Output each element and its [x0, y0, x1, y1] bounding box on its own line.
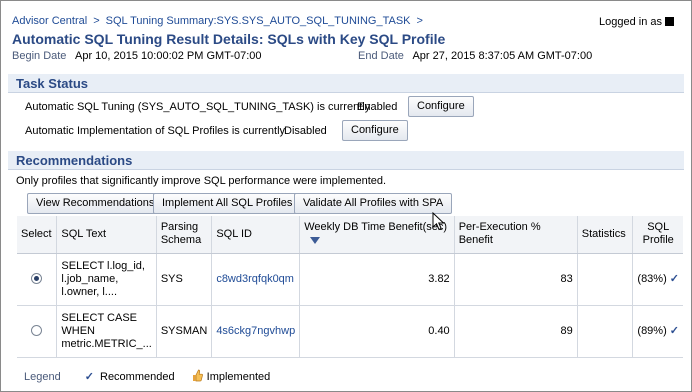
breadcrumb-advisor-central[interactable]: Advisor Central — [12, 15, 87, 27]
select-radio[interactable] — [31, 325, 43, 337]
login-status: Logged in as — [599, 16, 674, 28]
select-cell — [17, 253, 58, 306]
thumbs-up-icon — [192, 369, 203, 382]
implement-all-profiles-button[interactable]: Implement All SQL Profiles — [153, 193, 302, 214]
sql-profile-benefit: (83%) — [637, 272, 667, 285]
breadcrumb: Advisor Central > SQL Tuning Summary:SYS.S… — [12, 15, 429, 27]
breadcrumb-sql-tuning-summary[interactable]: SQL Tuning Summary:SYS.SYS_AUTO_SQL_TUNI… — [106, 15, 411, 27]
mouse-pointer-icon — [432, 212, 445, 231]
sql-text-cell: SELECT CASE WHEN metric.METRIC_... — [56, 305, 157, 358]
begin-date-value: Apr 10, 2015 10:00:02 PM GMT-07:00 — [75, 50, 262, 62]
col-select: Select — [17, 216, 58, 254]
breadcrumb-separator: > — [93, 15, 100, 27]
logged-in-label: Logged in as — [599, 16, 662, 28]
sql-profile-cell: (89%) ✓ — [632, 305, 683, 358]
weekly-benefit-cell: 3.82 — [299, 253, 455, 306]
schema-cell: SYS — [156, 253, 213, 306]
legend-recommended: Recommended — [100, 371, 175, 383]
weekly-benefit-cell: 0.40 — [299, 305, 455, 358]
view-recommendations-button[interactable]: View Recommendations — [27, 193, 164, 214]
select-radio[interactable] — [31, 273, 43, 285]
begin-date-label: Begin Date — [12, 50, 67, 62]
recommendations-table: Select SQL Text Parsing Schema SQL ID We… — [17, 216, 683, 358]
statistics-cell — [577, 253, 634, 306]
validate-all-profiles-button[interactable]: Validate All Profiles with SPA — [294, 193, 453, 214]
sort-descending-icon[interactable] — [310, 236, 321, 244]
end-date: End Date Apr 27, 2015 8:37:05 AM GMT-07:… — [358, 50, 592, 62]
table-row: SELECT CASE WHEN metric.METRIC_... SYSMA… — [17, 305, 683, 358]
recommendations-heading: Recommendations — [8, 151, 684, 170]
sql-profile-benefit: (89%) — [637, 324, 667, 337]
auto-tuning-status-value: Enabled — [357, 101, 398, 113]
legend-implemented: Implemented — [206, 371, 271, 383]
col-weekly-benefit[interactable]: Weekly DB Time Benefit(sec) — [299, 216, 455, 254]
auto-implementation-status-label: Automatic Implementation of SQL Profiles… — [25, 125, 286, 137]
table-row: SELECT l.log_id, l.job_name, l.owner, l.… — [17, 253, 683, 306]
statistics-cell — [577, 305, 634, 358]
col-parsing-schema: Parsing Schema — [156, 216, 213, 254]
date-range: Begin Date Apr 10, 2015 10:00:02 PM GMT-… — [12, 50, 682, 62]
recommended-check-icon: ✓ — [669, 324, 679, 337]
per-exec-benefit-cell: 83 — [454, 253, 578, 306]
recommendations-toolbar: View Recommendations Implement All SQL P… — [22, 192, 684, 216]
redacted-username — [665, 17, 674, 26]
col-per-execution-benefit: Per-Execution % Benefit — [454, 216, 578, 254]
sql-id-link[interactable]: 4s6ckg7ngvhwp — [211, 305, 301, 358]
col-sql-profile: SQL Profile — [632, 216, 683, 254]
col-sql-id: SQL ID — [211, 216, 301, 254]
legend: Legend ✓ Recommended Implemented — [24, 369, 270, 383]
col-weekly-benefit-label: Weekly DB Time Benefit(sec) — [304, 221, 448, 234]
legend-label: Legend — [24, 371, 61, 383]
sql-id-link[interactable]: c8wd3rqfqk0qm — [211, 253, 301, 306]
end-date-value: Apr 27, 2015 8:37:05 AM GMT-07:00 — [412, 50, 593, 62]
configure-auto-tuning-button[interactable]: Configure — [408, 96, 474, 117]
breadcrumb-separator: > — [416, 15, 423, 27]
auto-tuning-status-label: Automatic SQL Tuning (SYS_AUTO_SQL_TUNIN… — [25, 101, 371, 113]
task-status-heading: Task Status — [8, 74, 684, 93]
col-sql-text: SQL Text — [56, 216, 157, 254]
configure-auto-implementation-button[interactable]: Configure — [342, 120, 408, 141]
recommended-check-icon: ✓ — [669, 272, 679, 285]
select-cell — [17, 305, 58, 358]
col-statistics: Statistics — [577, 216, 634, 254]
auto-implementation-status-value: Disabled — [284, 125, 327, 137]
sql-text-cell: SELECT l.log_id, l.job_name, l.owner, l.… — [56, 253, 157, 306]
schema-cell: SYSMAN — [156, 305, 213, 358]
page-title: Automatic SQL Tuning Result Details: SQL… — [12, 31, 446, 47]
recommendations-note: Only profiles that significantly improve… — [16, 175, 387, 187]
per-exec-benefit-cell: 89 — [454, 305, 578, 358]
sql-profile-cell: (83%) ✓ — [632, 253, 683, 306]
table-header-row: Select SQL Text Parsing Schema SQL ID We… — [17, 216, 683, 254]
check-icon: ✓ — [84, 371, 94, 383]
end-date-label: End Date — [358, 50, 404, 62]
